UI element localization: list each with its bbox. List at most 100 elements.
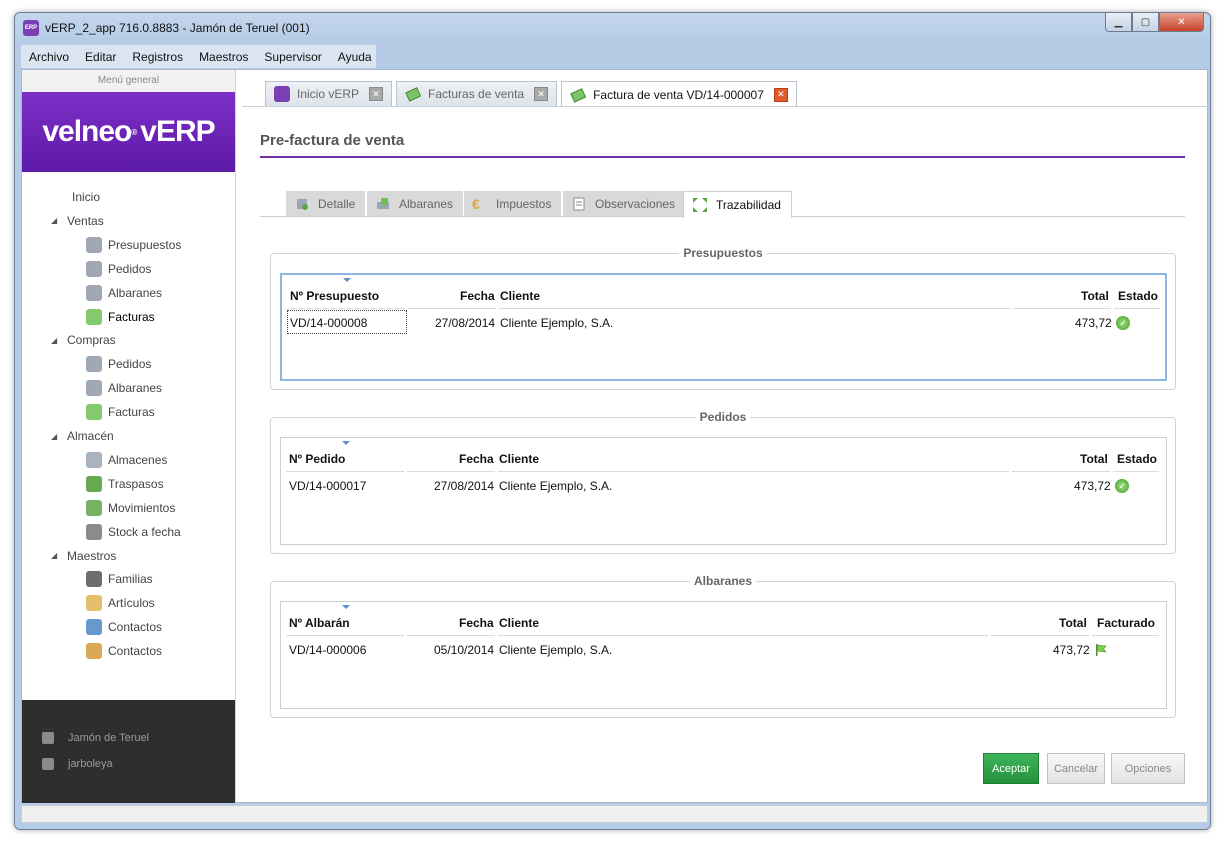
header-divider — [407, 471, 495, 472]
order-icon — [86, 260, 102, 277]
sidebar-item[interactable]: Stock a fecha — [86, 520, 181, 544]
menu-maestros[interactable]: Maestros — [191, 50, 256, 64]
user-row[interactable]: jarboleya — [42, 758, 113, 770]
warehouse-icon — [86, 451, 102, 468]
tab-label: Facturas de venta — [428, 87, 525, 101]
sidebar-item[interactable]: Traspasos — [86, 472, 164, 496]
sidebar-item[interactable]: Facturas — [86, 400, 155, 424]
expand-arrow-icon[interactable]: ◢ — [51, 336, 61, 345]
expand-arrow-icon[interactable]: ◢ — [51, 551, 61, 560]
company-row[interactable]: Jamón de Teruel — [42, 732, 149, 744]
sidebar-item[interactable]: Facturas — [86, 305, 155, 329]
sidebar-item[interactable]: Artículos — [86, 591, 155, 615]
col-header-fecha[interactable]: Fecha — [459, 452, 494, 466]
cancel-button[interactable]: Cancelar — [1047, 753, 1105, 784]
tab-factura-de-venta[interactable]: Factura de venta VD/14-000007 ✕ — [561, 81, 797, 107]
col-header-num[interactable]: Nº Presupuesto — [290, 289, 379, 303]
sidebar-item[interactable]: Pedidos — [86, 257, 151, 281]
tab-observaciones[interactable]: Observaciones — [563, 191, 686, 216]
title-underline — [260, 156, 1185, 158]
menu-archivo[interactable]: Archivo — [21, 50, 77, 64]
menu-editar[interactable]: Editar — [77, 50, 124, 64]
group-title: Albaranes — [689, 574, 757, 588]
sidebar-item[interactable]: Pedidos — [86, 352, 151, 376]
row-cliente[interactable]: Cliente Ejemplo, S.A. — [499, 479, 612, 493]
sidebar-item-label: Maestros — [67, 548, 117, 563]
tab-facturas-de-venta[interactable]: Facturas de venta ✕ — [396, 81, 558, 106]
sidebar-item[interactable]: ◢ Almacén — [51, 424, 114, 448]
row-total[interactable]: 473,72 — [1075, 316, 1112, 330]
sidebar-item[interactable]: ◢ Maestros — [51, 544, 116, 568]
col-header-fecha[interactable]: Fecha — [459, 616, 494, 630]
minimize-button[interactable]: ▁ — [1105, 13, 1132, 32]
expand-arrow-icon[interactable]: ◢ — [51, 432, 61, 441]
close-window-button[interactable]: ✕ — [1159, 13, 1204, 32]
row-fecha[interactable]: 27/08/2014 — [435, 316, 495, 330]
header-divider — [1114, 308, 1160, 309]
sidebar-item[interactable]: ◢ Ventas — [51, 209, 104, 233]
col-header-estado[interactable]: Estado — [1118, 289, 1158, 303]
close-tab-icon[interactable]: ✕ — [534, 87, 549, 101]
col-header-facturado[interactable]: Facturado — [1097, 616, 1155, 630]
sidebar-item[interactable]: ◢ Compras — [51, 328, 116, 352]
row-cliente[interactable]: Cliente Ejemplo, S.A. — [499, 643, 612, 657]
menu-supervisor[interactable]: Supervisor — [256, 50, 329, 64]
col-header-estado[interactable]: Estado — [1117, 452, 1157, 466]
row-cliente[interactable]: Cliente Ejemplo, S.A. — [500, 316, 613, 330]
pedidos-table[interactable]: Nº Pedido Fecha Cliente Total Estado VD/… — [280, 437, 1167, 545]
sidebar-item[interactable]: Contactos — [86, 615, 162, 639]
row-num[interactable]: VD/14-000017 — [289, 479, 366, 493]
sidebar-item[interactable]: Albaranes — [86, 281, 162, 305]
col-header-cliente[interactable]: Cliente — [499, 452, 539, 466]
sidebar-item-label: Compras — [67, 333, 116, 348]
tab-label: Albaranes — [399, 196, 454, 211]
row-total[interactable]: 473,72 — [1074, 479, 1111, 493]
row-fecha[interactable]: 05/10/2014 — [434, 643, 494, 657]
sidebar-item[interactable]: Almacenes — [86, 448, 167, 472]
presupuestos-table[interactable]: Nº Presupuesto Fecha Cliente Total Estad… — [280, 273, 1167, 381]
sidebar-item[interactable]: Contactos — [86, 639, 162, 663]
sidebar: Menú general velneo ® vERP Inicio ◢ Ventas Pr… — [22, 70, 236, 803]
albaranes-table[interactable]: Nº Albarán Fecha Cliente Total Facturado… — [280, 601, 1167, 709]
close-tab-icon[interactable]: ✕ — [773, 87, 788, 102]
sidebar-item[interactable]: Albaranes — [86, 376, 162, 400]
row-fecha[interactable]: 27/08/2014 — [434, 479, 494, 493]
sidebar-item[interactable]: Presupuestos — [86, 233, 181, 257]
row-num[interactable]: VD/14-000008 — [290, 316, 367, 330]
menu-registros[interactable]: Registros — [124, 50, 191, 64]
options-button[interactable]: Opciones — [1111, 753, 1185, 784]
tab-trazabilidad[interactable]: Trazabilidad — [683, 191, 792, 218]
row-total[interactable]: 473,72 — [1053, 643, 1090, 657]
tab-detalle[interactable]: Detalle — [286, 191, 366, 216]
families-icon — [86, 571, 102, 588]
row-num[interactable]: VD/14-000006 — [289, 643, 366, 657]
tab-impuestos[interactable]: € Impuestos — [464, 191, 562, 216]
invoice-icon — [570, 87, 587, 103]
minimize-icon: ▁ — [1114, 16, 1123, 28]
tab-inicio-verp[interactable]: Inicio vERP ✕ — [265, 81, 393, 106]
col-header-cliente[interactable]: Cliente — [500, 289, 540, 303]
sidebar-item[interactable]: Familias — [86, 567, 153, 591]
col-header-num[interactable]: Nº Pedido — [289, 452, 345, 466]
menu-ayuda[interactable]: Ayuda — [330, 50, 380, 64]
form-tabs: Detalle Albaranes € Impuestos Observacio… — [260, 191, 1185, 218]
sidebar-item[interactable]: Movimientos — [86, 496, 175, 520]
col-header-total[interactable]: Total — [1081, 289, 1109, 303]
close-tab-icon[interactable]: ✕ — [369, 87, 384, 101]
maximize-button[interactable]: ▢ — [1132, 13, 1159, 32]
tab-albaranes[interactable]: Albaranes — [367, 191, 464, 216]
document-icon — [571, 196, 587, 212]
col-header-cliente[interactable]: Cliente — [499, 616, 539, 630]
expand-arrow-icon[interactable]: ◢ — [51, 216, 61, 225]
col-header-total[interactable]: Total — [1059, 616, 1087, 630]
sidebar-item[interactable]: Inicio — [51, 185, 100, 209]
header-divider — [498, 471, 1009, 472]
building-icon — [42, 732, 54, 744]
menu-bar: Archivo Editar Registros Maestros Superv… — [21, 45, 376, 68]
col-header-num[interactable]: Nº Albarán — [289, 616, 350, 630]
col-header-total[interactable]: Total — [1080, 452, 1108, 466]
header-divider — [498, 635, 988, 636]
header-divider — [407, 635, 495, 636]
accept-button[interactable]: Aceptar — [983, 753, 1039, 784]
col-header-fecha[interactable]: Fecha — [460, 289, 495, 303]
